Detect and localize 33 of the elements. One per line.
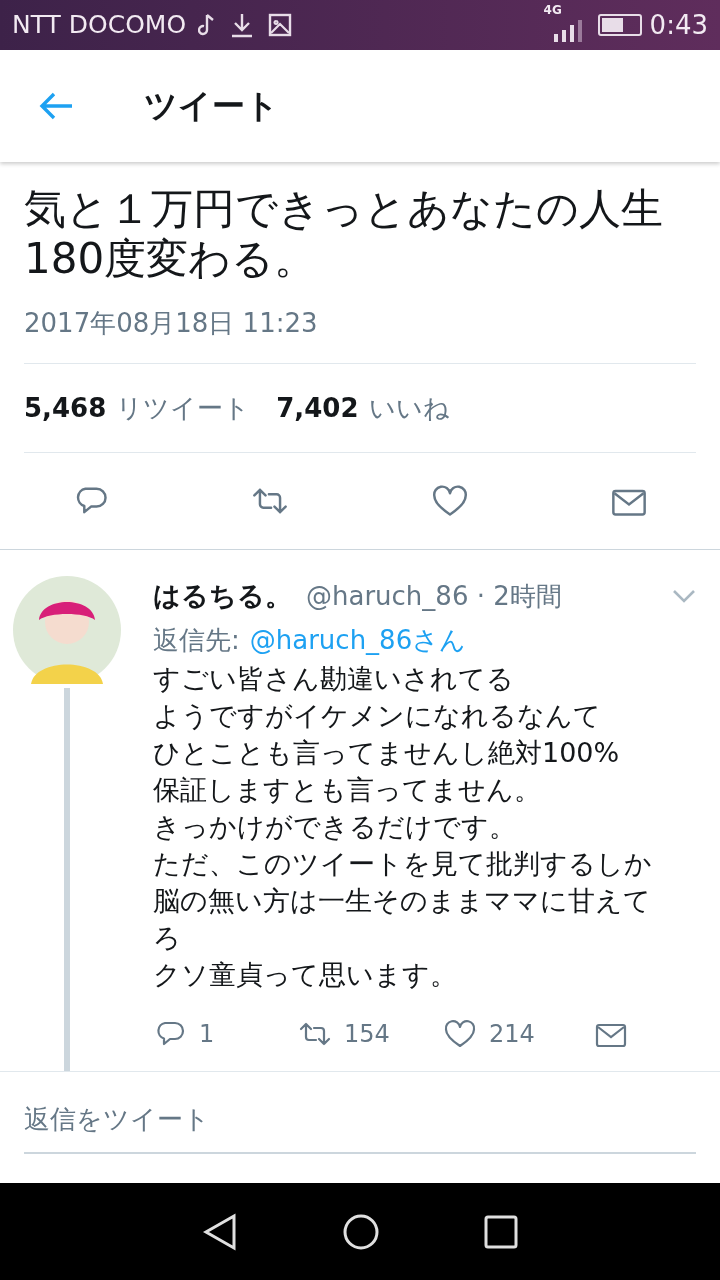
back-icon[interactable]	[202, 1212, 238, 1251]
stat-label[interactable]: いいね	[368, 388, 450, 428]
avatar[interactable]	[12, 576, 121, 684]
tweet-text: 気と１万円できっとあなたの人生 180度変わる。	[23, 184, 664, 284]
stat-count: 7,402	[276, 391, 359, 425]
reply-text-line: きっかけができるだけです。	[153, 809, 517, 844]
user-handle-time: @haruch_86 · 2時間	[306, 579, 562, 613]
reply-to-label: 返信先:	[153, 623, 240, 657]
user-name: はるちる。	[153, 579, 292, 613]
carrier-name: NTT DOCOMO	[12, 9, 187, 42]
battery-icon	[597, 14, 642, 36]
reply-text-line: ようですがイケメンになれるなんて	[153, 698, 602, 733]
action-count: 1	[199, 1018, 215, 1050]
reply-input-field[interactable]: 返信をツイート	[24, 1099, 696, 1154]
back-arrow-icon[interactable]	[38, 91, 74, 121]
image-icon	[268, 13, 293, 37]
reply-text-line: ひとことも言ってませんし絶対100%	[153, 735, 621, 770]
reply-text-line: すごい皆さん勘違いされてる	[153, 661, 515, 696]
action-count: 154	[344, 1018, 390, 1050]
tweet-date: 2017年08月18日 11:23	[23, 307, 319, 340]
clock-time: 0:43	[649, 8, 708, 42]
reply-text-line: ただ、このツイートを見て批判するしか脳の無い方は一生そのままママに甘えてろ	[153, 846, 653, 955]
recent-apps-icon[interactable]	[484, 1214, 518, 1249]
network-type: 4G	[543, 4, 562, 16]
download-icon	[230, 12, 255, 38]
mention-link[interactable]: @haruch_86さん	[249, 620, 467, 660]
reply-text-line: クソ童貞って思います。	[153, 957, 458, 992]
reply-text-line: 保証しますとも言ってません。	[153, 772, 542, 807]
page-title: ツイート	[144, 85, 279, 128]
action-count: 214	[489, 1018, 535, 1050]
stat-count: 5,468	[24, 391, 107, 425]
stat-label[interactable]: リツイート	[116, 388, 251, 428]
home-icon[interactable]	[342, 1212, 380, 1251]
